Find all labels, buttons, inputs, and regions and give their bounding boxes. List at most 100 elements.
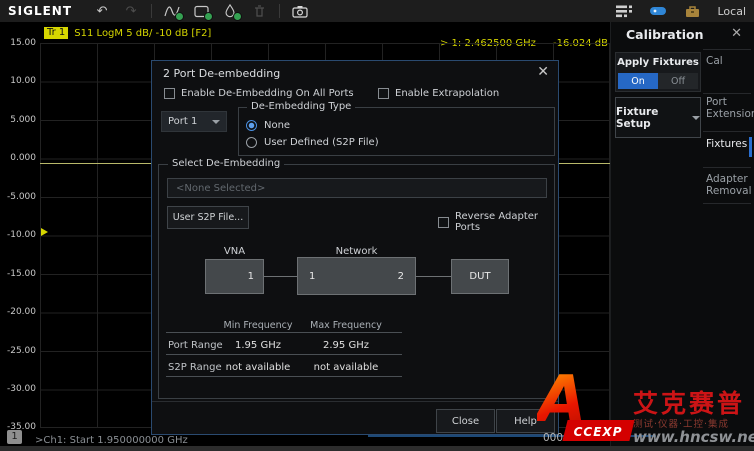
trace-1-badge[interactable]: Tr 1 xyxy=(44,27,68,39)
redo-icon: ↷ xyxy=(126,5,137,18)
button-label: Help xyxy=(514,416,537,427)
dialog-footer-divider xyxy=(152,401,558,402)
tab-divider xyxy=(703,93,751,94)
add-trace-button[interactable] xyxy=(163,3,181,19)
checkbox-box[interactable] xyxy=(164,88,175,99)
apply-fixtures-panel: Apply Fixtures On Off xyxy=(615,52,701,92)
delete-button[interactable] xyxy=(250,3,268,19)
fixture-setup-label: Fixture Setup xyxy=(616,106,686,130)
apply-fixtures-toggle: On Off xyxy=(618,73,698,89)
camera-icon xyxy=(292,5,308,18)
table-cell: 1.95 GHz xyxy=(213,340,303,351)
reverse-adapter-ports-checkbox[interactable]: Reverse Adapter Ports xyxy=(438,211,558,233)
watermark-url: www.hncsw.net xyxy=(633,428,754,446)
reference-level-marker xyxy=(41,228,48,236)
watermark-chinese-name: 艾克赛普 xyxy=(633,384,745,420)
y-axis-label: -5.000 xyxy=(0,192,36,202)
checkbox-label: Enable De-Embedding On All Ports xyxy=(181,88,354,99)
active-tab-indicator xyxy=(749,137,752,157)
selection-value: <None Selected> xyxy=(176,183,265,194)
screenshot-button[interactable] xyxy=(291,3,309,19)
radio-user-defined[interactable]: User Defined (S2P File) xyxy=(246,137,379,148)
usb-status[interactable] xyxy=(649,3,667,19)
accexp-watermark: A CCEXP 艾克赛普 测试·仪器·工控·集成 www.hncsw.net xyxy=(535,380,754,451)
enable-all-ports-checkbox[interactable]: Enable De-Embedding On All Ports xyxy=(164,88,354,99)
port-select-value: Port 1 xyxy=(168,116,197,127)
vna-port-number: 1 xyxy=(248,271,254,282)
dialog-close-icon[interactable]: ✕ xyxy=(537,64,549,80)
toolbox-icon xyxy=(685,5,700,18)
redo-button[interactable]: ↷ xyxy=(122,3,140,19)
y-axis-label: 10.00 xyxy=(0,76,36,86)
undo-button[interactable]: ↶ xyxy=(93,3,111,19)
toggle-on[interactable]: On xyxy=(618,73,658,89)
table-divider xyxy=(166,332,402,333)
close-button[interactable]: Close xyxy=(436,409,495,433)
accexp-logo-ribbon: CCEXP xyxy=(562,420,634,441)
apply-fixtures-label: Apply Fixtures xyxy=(616,57,700,68)
button-label: User S2P File... xyxy=(173,212,243,223)
layout-button[interactable] xyxy=(615,3,633,19)
checkbox-box[interactable] xyxy=(438,217,449,228)
checkbox-label: Enable Extrapolation xyxy=(395,88,499,99)
add-window-button[interactable] xyxy=(192,3,210,19)
dut-box: DUT xyxy=(451,259,509,294)
y-axis-label: -30.00 xyxy=(0,384,36,394)
group-legend: De-Embedding Type xyxy=(247,101,355,112)
tab-divider xyxy=(703,203,751,204)
vna-label: VNA xyxy=(205,246,264,257)
channel-badge: 1 xyxy=(7,430,22,444)
dut-label: DUT xyxy=(469,271,490,282)
usb-icon xyxy=(650,7,666,15)
top-toolbar: SIGLENT ↶ ↷ xyxy=(0,0,754,22)
network-port-1: 1 xyxy=(309,271,315,282)
port-select-dropdown[interactable]: Port 1 xyxy=(161,111,227,132)
caret-down-icon xyxy=(692,116,700,120)
connector-line xyxy=(416,276,451,277)
fixture-setup-button[interactable]: Fixture Setup xyxy=(615,97,701,138)
checkbox-box[interactable] xyxy=(378,88,389,99)
connector-line xyxy=(264,276,297,277)
network-label: Network xyxy=(297,246,416,257)
y-axis-label: -15.00 xyxy=(0,269,36,279)
vna-box: 1 xyxy=(205,259,264,294)
radio-label: None xyxy=(264,120,290,131)
radio-icon[interactable] xyxy=(246,137,257,148)
checkbox-label: Reverse Adapter Ports xyxy=(455,211,558,233)
y-axis-label: -20.00 xyxy=(0,307,36,317)
local-mode-label[interactable]: Local xyxy=(717,5,746,18)
de-embedding-selection-field[interactable]: <None Selected> xyxy=(167,178,547,198)
table-divider xyxy=(166,376,402,377)
button-label: Close xyxy=(452,416,479,427)
add-marker-button[interactable] xyxy=(221,3,239,19)
network-box: 1 2 xyxy=(297,257,416,295)
radio-selected-icon[interactable] xyxy=(246,120,257,131)
tab-adapter-removal[interactable]: Adapter Removal xyxy=(706,173,752,197)
toolbox-button[interactable] xyxy=(683,3,701,19)
de-embedding-type-group: De-Embedding Type xyxy=(238,107,555,156)
tab-cal[interactable]: Cal xyxy=(706,55,752,67)
tab-divider xyxy=(703,49,751,50)
tab-fixtures[interactable]: Fixtures xyxy=(706,138,752,150)
green-badge xyxy=(233,12,242,21)
y-axis-label: 15.00 xyxy=(0,38,36,48)
trace-1-settings[interactable]: S11 LogM 5 dB/ -10 dB [F2] xyxy=(74,28,211,39)
sidebar-close-icon[interactable]: ✕ xyxy=(731,26,742,41)
dialog-title: 2 Port De-embedding xyxy=(163,67,280,80)
network-port-2: 2 xyxy=(398,271,404,282)
table-cell: not available xyxy=(213,362,303,373)
y-axis-label: 0.000 xyxy=(0,153,36,163)
green-badge xyxy=(204,12,213,21)
siglent-logo: SIGLENT xyxy=(8,4,72,18)
enable-extrapolation-checkbox[interactable]: Enable Extrapolation xyxy=(378,88,499,99)
layout-icon xyxy=(616,5,633,18)
accexp-logo-text: CCEXP xyxy=(574,425,623,439)
radio-none[interactable]: None xyxy=(246,120,290,131)
sidebar-title: Calibration xyxy=(626,27,703,42)
tab-port-extension[interactable]: Port Extension xyxy=(706,96,752,120)
green-badge xyxy=(175,12,184,21)
user-s2p-file-button[interactable]: User S2P File... xyxy=(167,206,249,229)
toggle-off[interactable]: Off xyxy=(658,73,698,89)
table-header-min: Min Frequency xyxy=(213,320,303,331)
table-cell: 2.95 GHz xyxy=(301,340,391,351)
